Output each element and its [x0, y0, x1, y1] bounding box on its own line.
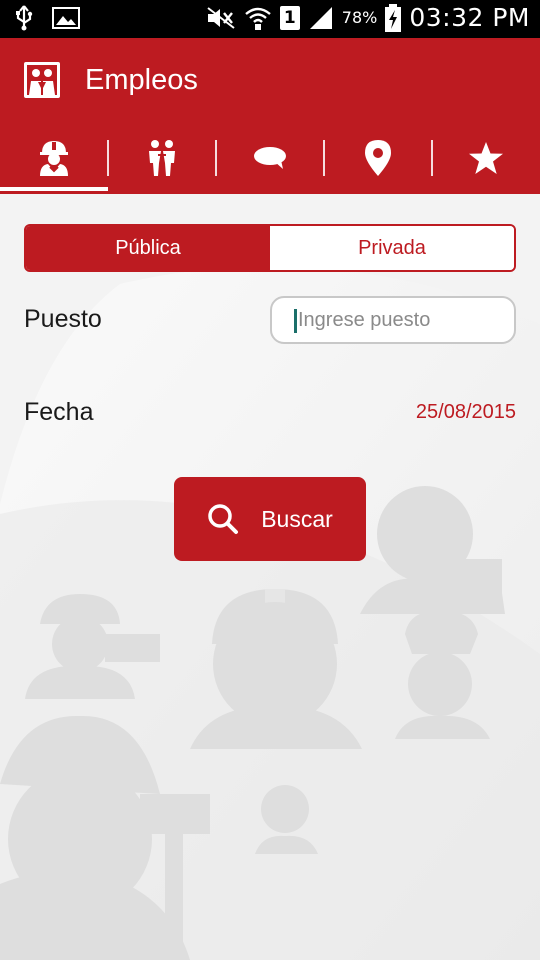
app-title: Empleos [85, 64, 198, 96]
search-button[interactable]: Buscar [174, 477, 366, 561]
fecha-value[interactable]: 25/08/2015 [416, 401, 516, 424]
search-button-label: Buscar [261, 505, 333, 532]
wifi-icon [245, 7, 271, 30]
people-icon [149, 140, 175, 176]
mute-icon [207, 6, 235, 29]
tab-people[interactable] [108, 122, 216, 194]
search-icon [208, 504, 239, 534]
tab-jobs[interactable] [0, 122, 108, 194]
puesto-placeholder: Ingrese puesto [298, 309, 431, 331]
fecha-label: Fecha [24, 398, 94, 426]
tab-bar [0, 122, 540, 194]
puesto-label: Puesto [24, 305, 102, 333]
sim-icon: 1 [279, 5, 300, 30]
signal-icon [309, 6, 332, 29]
star-icon [469, 142, 503, 174]
toggle-publica[interactable]: Pública [26, 226, 270, 270]
location-icon [365, 140, 391, 176]
usb-icon [16, 5, 33, 31]
text-caret [294, 309, 297, 333]
battery-charging-icon [385, 3, 402, 32]
sector-toggle: Pública Privada [24, 224, 516, 272]
tab-chat[interactable] [216, 122, 324, 194]
status-time: 03:32 PM [409, 3, 530, 32]
toggle-privada[interactable]: Privada [270, 226, 514, 270]
chat-icon [254, 147, 286, 169]
app-logo-icon [24, 62, 60, 98]
tab-location[interactable] [324, 122, 432, 194]
image-icon [52, 7, 80, 29]
status-bar: 1 78% 03:32 PM [0, 0, 540, 38]
tab-favorites[interactable] [432, 122, 540, 194]
battery-percent: 78% [341, 8, 378, 27]
puesto-input[interactable]: Ingrese puesto [270, 296, 516, 344]
worker-icon [40, 141, 68, 176]
app-bar: Empleos [0, 38, 540, 122]
